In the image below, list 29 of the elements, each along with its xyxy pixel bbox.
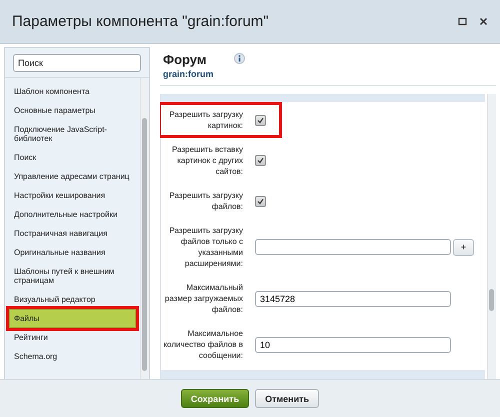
sidebar-item[interactable]: Управление адресами страниц <box>9 167 136 186</box>
sidebar-item[interactable]: Оригинальные названия <box>9 243 136 262</box>
sidebar-item[interactable]: Визуальный редактор <box>9 290 136 309</box>
sidebar-item[interactable]: Файлы <box>9 309 136 328</box>
sidebar-item[interactable]: Поиск <box>9 148 136 167</box>
sidebar-item[interactable]: Дополнительные настройки <box>9 205 136 224</box>
sidebar-item[interactable]: Подключение JavaScript-библиотек <box>9 120 136 148</box>
sidebar-item[interactable]: Шаблон компонента <box>9 82 136 101</box>
sidebar-item[interactable]: Настройки кеширования <box>9 186 136 205</box>
sidebar-item[interactable]: Основные параметры <box>9 101 136 120</box>
cancel-button[interactable]: Отменить <box>255 389 320 408</box>
component-code: grain:forum <box>163 69 214 79</box>
component-title: Форум <box>163 52 208 67</box>
setting-label: Максимальный размер загружаемых файлов: <box>164 282 243 315</box>
input-field[interactable]: 10 <box>255 336 451 352</box>
add-button[interactable]: + <box>453 238 474 256</box>
setting-label: Разрешить загрузку файлов: <box>168 190 243 212</box>
sidebar-item[interactable]: Schema.org <box>9 347 136 366</box>
setting-label: Разрешить загрузку файлов только с указанными расширениями: <box>168 225 243 269</box>
setting-label: Разрешить загрузку картинок: <box>168 109 243 131</box>
search-field[interactable]: Поиск <box>13 54 141 72</box>
window-title: Параметры компонента "grain:forum" <box>12 13 270 30</box>
input-field[interactable]: 3145728 <box>255 290 451 306</box>
sidebar-item[interactable]: Рейтинги <box>9 328 136 347</box>
save-button[interactable]: Сохранить <box>180 389 250 408</box>
sidebar-item[interactable]: Постраничная навигация <box>9 224 136 243</box>
sidebar-item[interactable]: Шаблоны путей к внешним страницам <box>9 262 136 290</box>
setting-label: Максимальное количество файлов в сообщении: <box>162 328 243 361</box>
setting-label: Разрешить вставку картинок с других сайтов: <box>171 144 243 177</box>
